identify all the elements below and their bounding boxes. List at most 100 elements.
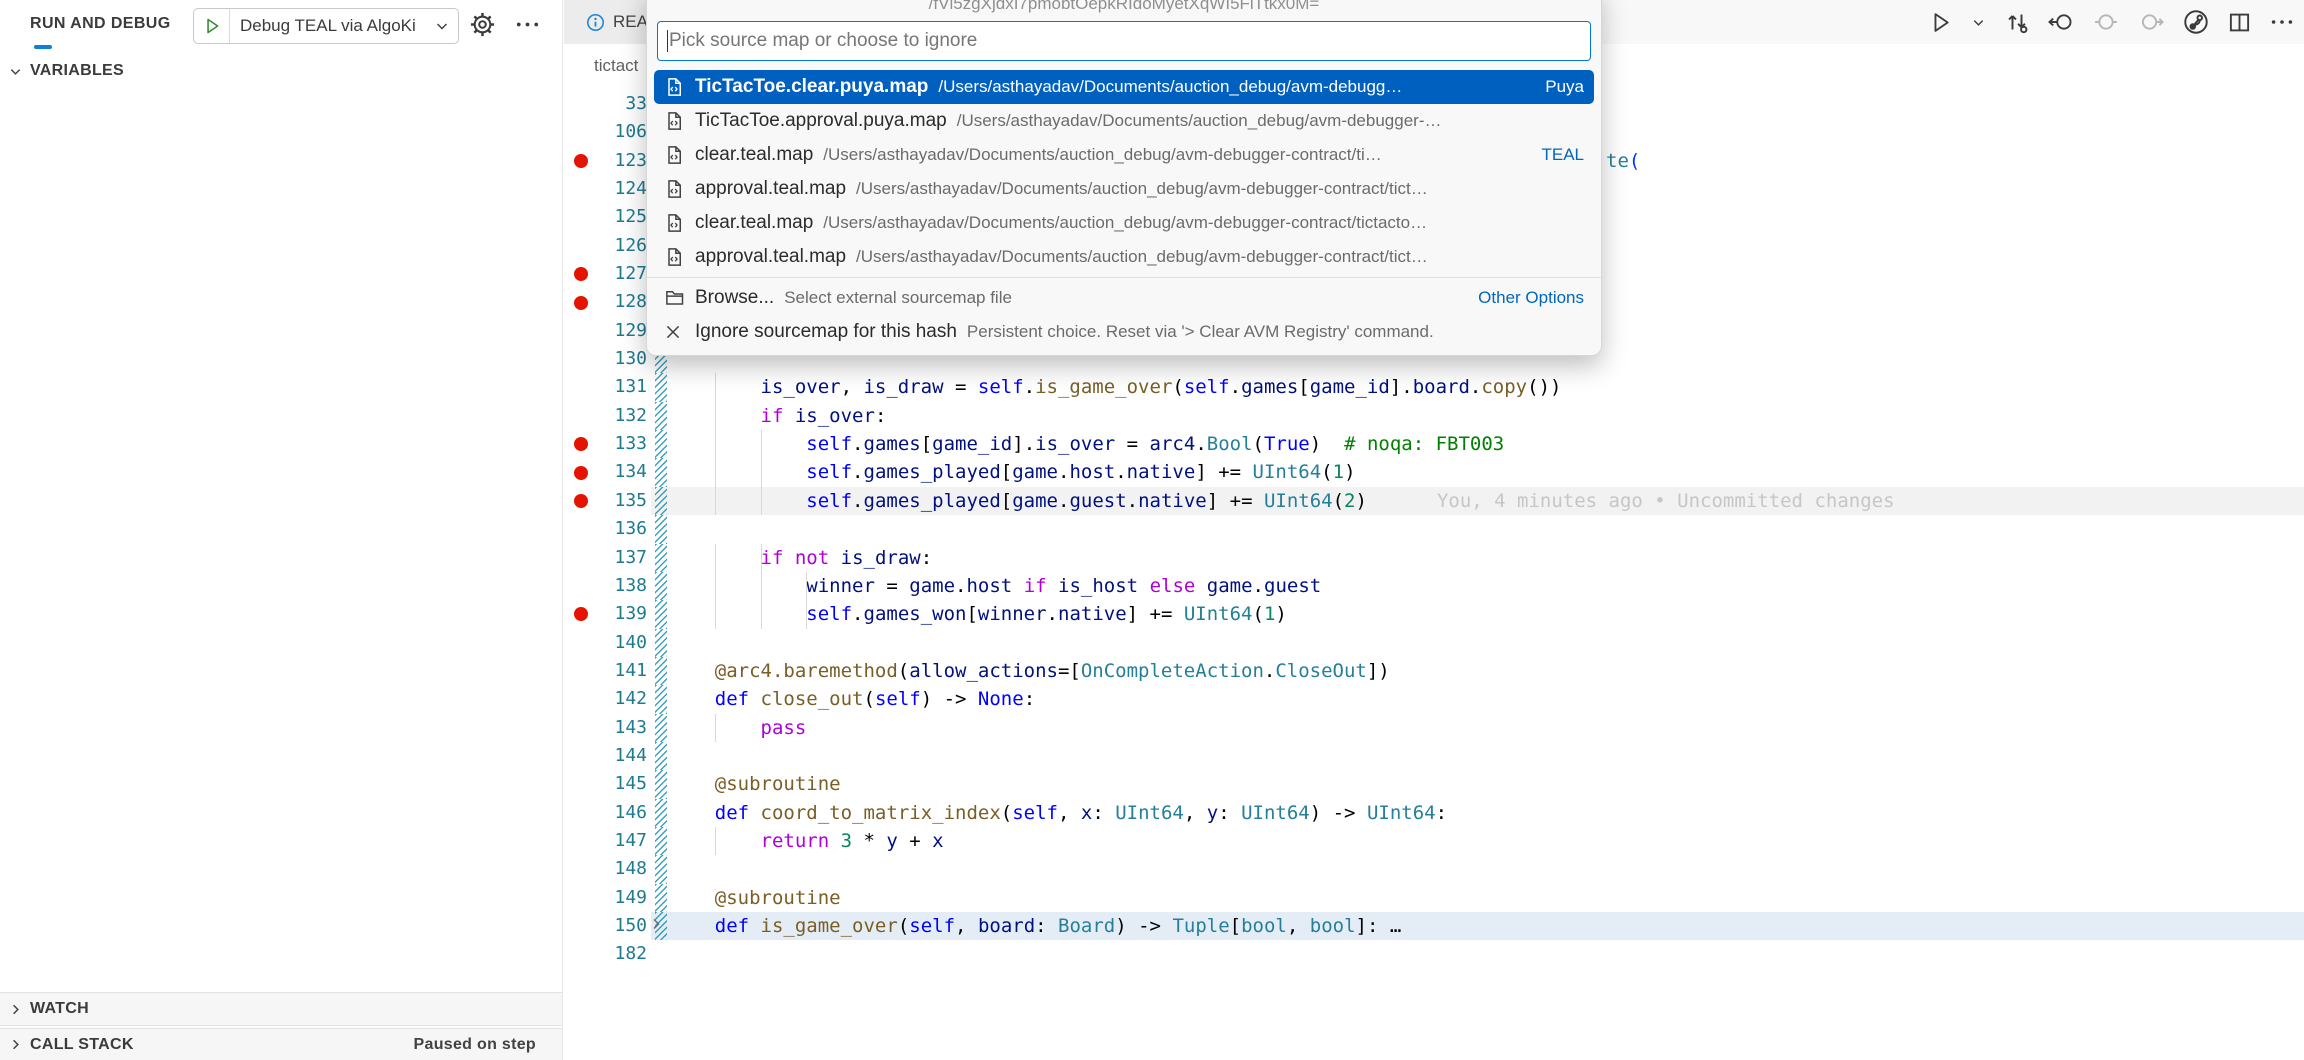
code-text[interactable]: return 3 * y + x — [667, 827, 2304, 855]
code-line-148[interactable]: 148 — [564, 855, 2304, 883]
code-text[interactable]: if not is_draw: — [667, 544, 2304, 572]
more-actions-icon[interactable] — [2270, 14, 2294, 30]
code-line-141[interactable]: 141 @arc4.baremethod(allow_actions=[OnCo… — [564, 657, 2304, 685]
line-number[interactable]: 148 — [597, 855, 647, 883]
code-text[interactable]: def is_game_over(self, board: Board) -> … — [667, 912, 2304, 940]
code-text[interactable]: self.games[game_id].is_over = arc4.Bool(… — [667, 430, 2304, 458]
line-number[interactable]: 126 — [597, 232, 647, 260]
line-number[interactable]: 132 — [597, 402, 647, 430]
line-number[interactable]: 139 — [597, 600, 647, 628]
line-number[interactable]: 125 — [597, 203, 647, 231]
fold-chevron-icon[interactable] — [648, 916, 664, 932]
breakpoint-icon[interactable] — [574, 296, 588, 310]
code-line-140[interactable]: 140 — [564, 629, 2304, 657]
views-more-actions-icon[interactable] — [515, 16, 540, 38]
line-number[interactable]: 143 — [597, 714, 647, 742]
code-text[interactable]: self.games_played[game.host.native] += U… — [667, 458, 2304, 486]
breakpoint-gutter[interactable] — [564, 494, 597, 508]
line-number[interactable]: 128 — [597, 288, 647, 316]
line-number[interactable]: 33 — [597, 90, 647, 118]
breakpoint-gutter[interactable] — [564, 466, 597, 480]
code-text[interactable]: winner = game.host if is_host else game.… — [667, 572, 2304, 600]
code-text[interactable]: def close_out(self) -> None: — [667, 685, 2304, 713]
line-number[interactable]: 149 — [597, 884, 647, 912]
quickpick-input[interactable]: Pick source map or choose to ignore — [657, 21, 1591, 61]
line-number[interactable]: 127 — [597, 260, 647, 288]
code-line-145[interactable]: 145 @subroutine — [564, 770, 2304, 798]
code-line-142[interactable]: 142 def close_out(self) -> None: — [564, 685, 2304, 713]
breakpoint-icon[interactable] — [574, 267, 588, 281]
code-text[interactable]: def coord_to_matrix_index(self, x: UInt6… — [667, 799, 2304, 827]
line-number[interactable]: 135 — [597, 487, 647, 515]
breakpoint-icon[interactable] — [574, 607, 588, 621]
line-number[interactable]: 134 — [597, 458, 647, 486]
code-line-144[interactable]: 144 — [564, 742, 2304, 770]
code-line-131[interactable]: 131 is_over, is_draw = self.is_game_over… — [564, 373, 2304, 401]
line-number[interactable]: 129 — [597, 317, 647, 345]
split-editor-icon[interactable] — [2228, 11, 2251, 34]
quickpick-item-5[interactable]: approval.teal.map/Users/asthayadav/Docum… — [654, 240, 1594, 274]
breakpoint-icon[interactable] — [574, 154, 588, 168]
code-text[interactable]: if is_over: — [667, 402, 2304, 430]
breakpoint-gutter[interactable] — [564, 607, 597, 621]
gear-icon[interactable] — [470, 12, 495, 42]
code-line-150[interactable]: 150 def is_game_over(self, board: Board)… — [564, 912, 2304, 940]
line-number[interactable]: 136 — [597, 515, 647, 543]
variables-section-header[interactable]: VARIABLES — [0, 54, 562, 88]
line-number[interactable]: 137 — [597, 544, 647, 572]
quickpick-item-3[interactable]: approval.teal.map/Users/asthayadav/Docum… — [654, 172, 1594, 206]
code-text[interactable]: @subroutine — [667, 770, 2304, 798]
line-number[interactable]: 150 — [597, 912, 647, 940]
quickpick-item-7[interactable]: Ignore sourcemap for this hashPersistent… — [654, 315, 1594, 349]
line-number[interactable]: 133 — [597, 430, 647, 458]
reverse-continue-icon[interactable] — [2048, 10, 2074, 34]
code-line-147[interactable]: 147 return 3 * y + x — [564, 827, 2304, 855]
start-debugging-button[interactable] — [194, 9, 230, 43]
line-number[interactable]: 142 — [597, 685, 647, 713]
breakpoint-gutter[interactable] — [564, 437, 597, 451]
code-line-132[interactable]: 132 if is_over: — [564, 402, 2304, 430]
debug-config-select[interactable]: Debug TEAL via AlgoKi — [193, 8, 459, 44]
code-line-137[interactable]: 137 if not is_draw: — [564, 544, 2304, 572]
code-text[interactable]: self.games_played[game.guest.native] += … — [667, 487, 2304, 515]
line-number[interactable]: 138 — [597, 572, 647, 600]
code-line-139[interactable]: 139 self.games_won[winner.native] += UIn… — [564, 600, 2304, 628]
code-line-133[interactable]: 133 self.games[game_id].is_over = arc4.B… — [564, 430, 2304, 458]
code-text[interactable]: is_over, is_draw = self.is_game_over(sel… — [667, 373, 2304, 401]
line-number[interactable]: 144 — [597, 742, 647, 770]
line-number[interactable]: 130 — [597, 345, 647, 373]
run-to-cursor-icon[interactable] — [2183, 9, 2209, 35]
code-line-136[interactable]: 136 — [564, 515, 2304, 543]
code-text[interactable]: @arc4.baremethod(allow_actions=[OnComple… — [667, 657, 2304, 685]
line-number[interactable]: 106 — [597, 118, 647, 146]
quickpick-item-1[interactable]: TicTacToe.approval.puya.map/Users/asthay… — [654, 104, 1594, 138]
quickpick-item-6[interactable]: Browse...Select external sourcemap fileO… — [654, 281, 1594, 315]
code-text[interactable]: self.games_won[winner.native] += UInt64(… — [667, 600, 2304, 628]
code-line-146[interactable]: 146 def coord_to_matrix_index(self, x: U… — [564, 799, 2304, 827]
line-number[interactable]: 141 — [597, 657, 647, 685]
breakpoint-icon[interactable] — [574, 466, 588, 480]
code-text[interactable]: pass — [667, 714, 2304, 742]
breakpoint-gutter[interactable] — [564, 154, 597, 168]
line-number[interactable]: 147 — [597, 827, 647, 855]
line-number[interactable]: 131 — [597, 373, 647, 401]
code-line-149[interactable]: 149 @subroutine — [564, 884, 2304, 912]
breakpoint-gutter[interactable] — [564, 267, 597, 281]
quickpick-item-2[interactable]: clear.teal.map/Users/asthayadav/Document… — [654, 138, 1594, 172]
line-number[interactable]: 146 — [597, 799, 647, 827]
breakpoint-gutter[interactable] — [564, 296, 597, 310]
run-button[interactable] — [1929, 11, 1952, 34]
breakpoint-icon[interactable] — [574, 437, 588, 451]
quickpick-item-4[interactable]: clear.teal.map/Users/asthayadav/Document… — [654, 206, 1594, 240]
call-stack-section-header[interactable]: CALL STACK Paused on step — [0, 1028, 562, 1060]
line-number[interactable]: 140 — [597, 629, 647, 657]
code-line-135[interactable]: 135 self.games_played[game.guest.native]… — [564, 487, 2304, 515]
line-number[interactable]: 123 — [597, 147, 647, 175]
breakpoint-icon[interactable] — [574, 494, 588, 508]
line-number[interactable]: 124 — [597, 175, 647, 203]
quickpick-item-0[interactable]: TicTacToe.clear.puya.map/Users/asthayada… — [654, 70, 1594, 104]
breadcrumb[interactable]: tictact — [594, 44, 638, 88]
code-line-182[interactable]: 182 — [564, 940, 2304, 968]
code-line-138[interactable]: 138 winner = game.host if is_host else g… — [564, 572, 2304, 600]
watch-section-header[interactable]: WATCH — [0, 992, 562, 1026]
